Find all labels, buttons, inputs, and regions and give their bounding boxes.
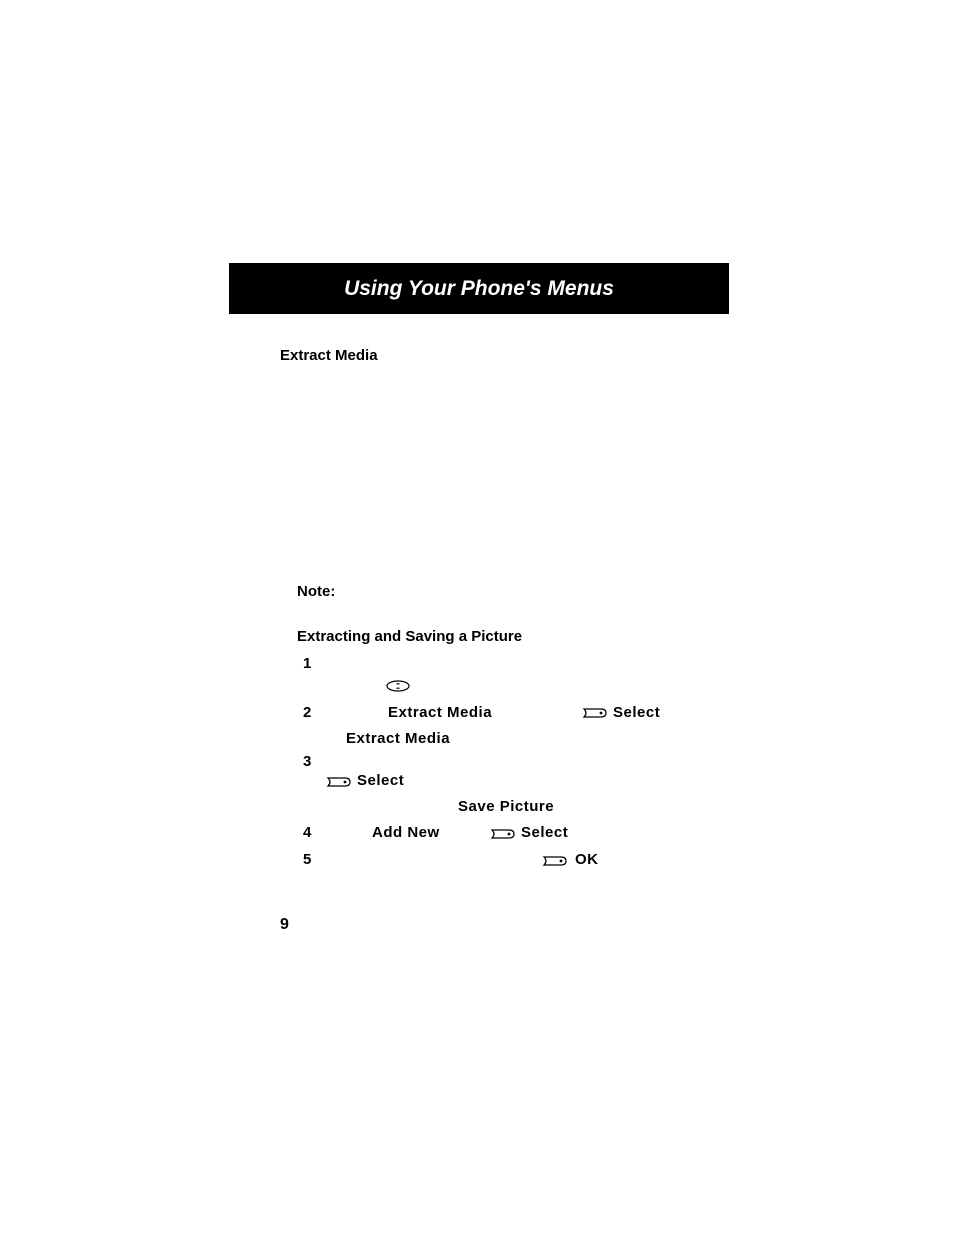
- step5-action-label: OK: [575, 851, 599, 868]
- step4-action-label: Select: [521, 824, 568, 841]
- chapter-title-bar: Using Your Phone's Menus: [229, 263, 729, 314]
- step-number-5: 5: [303, 851, 311, 868]
- step-number-4: 4: [303, 824, 311, 841]
- step2-screen-label: Extract Media: [346, 730, 450, 747]
- step4-menu-label: Add New: [372, 824, 440, 841]
- softkey-icon: [581, 706, 607, 724]
- step2-menu-label: Extract Media: [388, 704, 492, 721]
- softkey-icon: [325, 775, 351, 793]
- page-number: 9: [280, 916, 289, 934]
- step2-action-label: Select: [613, 704, 660, 721]
- step-number-3: 3: [303, 753, 311, 770]
- section-heading-extract-media: Extract Media: [280, 347, 378, 364]
- step3-screen-label: Save Picture: [458, 798, 554, 815]
- scroll-key-icon: [386, 679, 410, 697]
- step-number-2: 2: [303, 704, 311, 721]
- step-number-1: 1: [303, 655, 311, 672]
- softkey-icon: [541, 854, 567, 872]
- document-page: Using Your Phone's Menus Extract Media N…: [0, 0, 954, 1235]
- chapter-title: Using Your Phone's Menus: [344, 277, 614, 301]
- softkey-icon: [489, 827, 515, 845]
- section-heading-extract-save: Extracting and Saving a Picture: [297, 628, 522, 645]
- step3-action-label: Select: [357, 772, 404, 789]
- note-label: Note:: [297, 583, 335, 600]
